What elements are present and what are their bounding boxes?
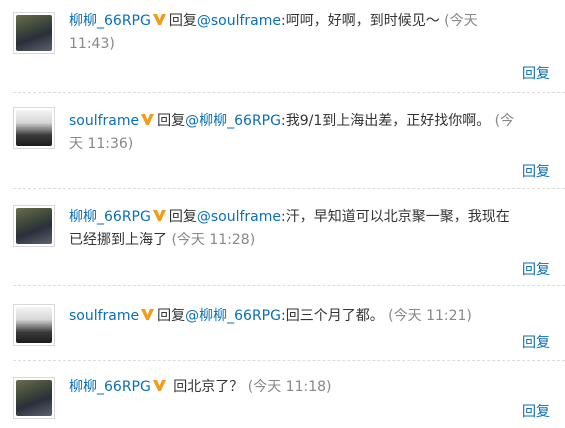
avatar-image (16, 15, 52, 51)
comment-item: 柳柳_66RPG 回复@soulframe:汗，早知道可以北京聚一聚，我现在 已经挪… (0, 188, 565, 285)
comment-text: 柳柳_66RPG 回复@soulframe:汗，早知道可以北京聚一聚，我现在已经挪… (69, 206, 545, 252)
avatar[interactable] (13, 205, 55, 247)
comment-item: soulframe 回复@柳柳_66RPG:我9/1到上海出差，正好找你啊。 (今… (0, 92, 565, 187)
comment-content: 回北京了？ (168, 379, 244, 395)
mention-link[interactable]: @柳柳_66RPG (185, 308, 281, 324)
timestamp: (今天 11:18) (243, 379, 332, 395)
reply-prefix: 回复 (168, 209, 197, 225)
username-link[interactable]: soulframe (69, 113, 139, 129)
mention-link[interactable]: @soulframe (197, 13, 281, 29)
comment-text: soulframe 回复@柳柳_66RPG:我9/1到上海出差，正好找你啊。 (今… (69, 110, 545, 156)
comment-item: 柳柳_66RPG 回复@soulframe:呵呵，好啊，到时候见～ (今天 11:4… (0, 0, 565, 92)
avatar-image (16, 208, 52, 244)
reply-prefix: 回复 (157, 113, 186, 129)
reply-button[interactable]: 回复 (522, 332, 550, 352)
username-link[interactable]: soulframe (69, 308, 139, 324)
verified-badge-icon (152, 380, 166, 391)
comment-text: 柳柳_66RPG 回北京了？ (今天 11:18) (69, 376, 545, 399)
username-link[interactable]: 柳柳_66RPG (69, 13, 151, 29)
comment-item: soulframe 回复@柳柳_66RPG:回三个月了都。 (今天 11:21) … (0, 285, 565, 359)
comment-text: 柳柳_66RPG 回复@soulframe:呵呵，好啊，到时候见～ (今天 11:4… (69, 10, 545, 56)
avatar-image (16, 307, 52, 343)
mention-link[interactable]: @柳柳_66RPG (185, 113, 281, 129)
verified-badge-icon (141, 309, 155, 320)
timestamp: (今 (490, 113, 515, 129)
verified-badge-icon (141, 114, 155, 125)
avatar[interactable] (13, 107, 55, 149)
timestamp: (今天 11:28) (167, 232, 256, 248)
reply-prefix: 回复 (168, 13, 197, 29)
mention-link[interactable]: @soulframe (197, 209, 281, 225)
verified-badge-icon (152, 14, 166, 25)
comment-content: :呵呵，好啊，到时候见～ (280, 13, 440, 29)
timestamp-continued: 天 11:36) (69, 136, 134, 152)
comment-content-continued: 已经挪到上海了 (69, 232, 167, 248)
username-link[interactable]: 柳柳_66RPG (69, 209, 151, 225)
comment-text: soulframe 回复@柳柳_66RPG:回三个月了都。 (今天 11:21) (69, 305, 545, 328)
reply-prefix: 回复 (157, 308, 186, 324)
reply-button[interactable]: 回复 (522, 161, 550, 181)
comment-list: 柳柳_66RPG 回复@soulframe:呵呵，好啊，到时候见～ (今天 11:4… (0, 0, 565, 428)
avatar-image (16, 380, 52, 416)
username-link[interactable]: 柳柳_66RPG (69, 379, 151, 395)
avatar-image (16, 110, 52, 146)
reply-button[interactable]: 回复 (522, 401, 550, 421)
timestamp: (今天 (439, 13, 478, 29)
reply-button[interactable]: 回复 (522, 63, 550, 83)
timestamp: (今天 11:21) (383, 308, 472, 324)
reply-button[interactable]: 回复 (522, 259, 550, 279)
comment-content: :回三个月了都。 (280, 308, 384, 324)
avatar[interactable] (13, 12, 55, 54)
comment-item: 柳柳_66RPG 回北京了？ (今天 11:18) 回复 (0, 360, 565, 428)
avatar[interactable] (13, 304, 55, 346)
comment-content: :汗，早知道可以北京聚一聚，我现在 (280, 209, 510, 225)
verified-badge-icon (152, 210, 166, 221)
timestamp-continued: 11:43) (69, 36, 115, 52)
avatar[interactable] (13, 377, 55, 419)
comment-content: :我9/1到上海出差，正好找你啊。 (280, 113, 491, 129)
